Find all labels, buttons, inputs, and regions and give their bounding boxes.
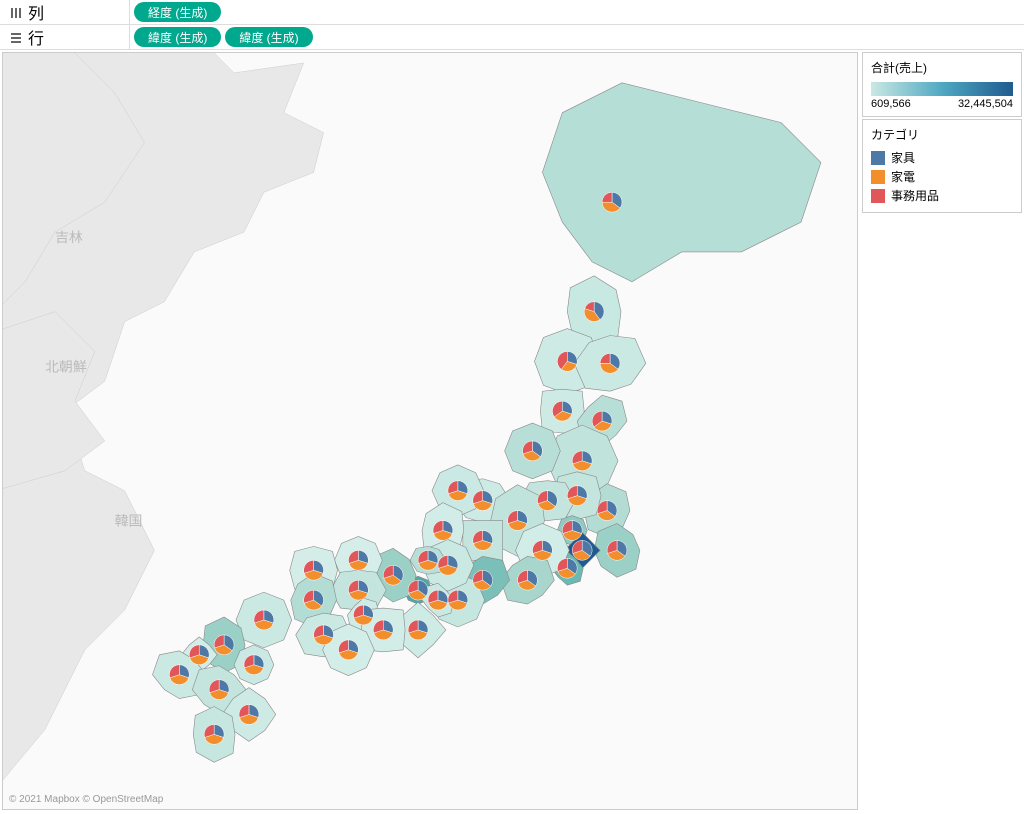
pie-miyagi[interactable]	[592, 411, 612, 431]
rows-icon	[10, 31, 22, 43]
pie-yamaguchi[interactable]	[254, 610, 274, 630]
pie-yamagata[interactable]	[552, 401, 572, 421]
jilin-label: 吉林	[55, 229, 83, 245]
pie-wakayama[interactable]	[408, 620, 428, 640]
pill[interactable]: 緯度 (生成)	[225, 27, 312, 47]
pie-kanagawa[interactable]	[557, 558, 577, 578]
category-item[interactable]: 家具	[871, 149, 1013, 166]
color-legend-title: 合計(売上)	[871, 59, 1013, 76]
legend-panel: 合計(売上) 609,566 32,445,504 カテゴリ 家具家電事務用品	[862, 52, 1022, 810]
color-swatch	[871, 151, 885, 165]
pie-fukushima[interactable]	[572, 451, 592, 471]
pie-hokkaido[interactable]	[602, 192, 622, 212]
pie-akita[interactable]	[557, 351, 577, 371]
color-swatch	[871, 170, 885, 184]
columns-shelf[interactable]: 列 経度 (生成)	[0, 0, 1024, 25]
pie-kyoto[interactable]	[418, 550, 438, 570]
pill[interactable]: 経度 (生成)	[134, 2, 221, 22]
pill[interactable]: 緯度 (生成)	[134, 27, 221, 47]
pie-tottori[interactable]	[348, 550, 368, 570]
pie-shimane[interactable]	[304, 560, 324, 580]
pie-chiba[interactable]	[607, 540, 627, 560]
category-label: 家具	[891, 149, 915, 166]
color-legend[interactable]: 合計(売上) 609,566 32,445,504	[862, 52, 1022, 117]
pie-shizuoka[interactable]	[518, 570, 538, 590]
pie-saitama[interactable]	[562, 521, 582, 541]
pie-ishikawa[interactable]	[448, 481, 468, 501]
map-attribution: © 2021 Mapbox © OpenStreetMap	[9, 794, 163, 805]
north-korea-label: 北朝鮮	[45, 358, 87, 374]
map-viz[interactable]: 吉林 北朝鮮 韓国 日本 © 2021 Mapbox © OpenStreetM…	[2, 52, 858, 810]
pie-miyazaki[interactable]	[239, 705, 259, 725]
columns-label: 列	[28, 0, 44, 24]
pie-tokyo[interactable]	[572, 540, 592, 560]
color-gradient	[871, 82, 1013, 96]
korea-label: 韓国	[115, 513, 143, 529]
pie-hiroshima[interactable]	[304, 590, 324, 610]
category-item[interactable]: 家電	[871, 168, 1013, 185]
pie-kagoshima[interactable]	[204, 724, 224, 744]
category-label: 事務用品	[891, 187, 939, 204]
pie-mie[interactable]	[448, 590, 468, 610]
pie-ehime[interactable]	[314, 625, 334, 645]
category-legend[interactable]: カテゴリ 家具家電事務用品	[862, 119, 1022, 213]
pie-iwate[interactable]	[600, 353, 620, 373]
map-canvas[interactable]: 吉林 北朝鮮 韓国 日本	[3, 53, 857, 809]
pie-fukui[interactable]	[433, 521, 453, 541]
pie-niigata[interactable]	[523, 441, 543, 461]
pie-okayama[interactable]	[348, 580, 368, 600]
pie-gifu[interactable]	[473, 530, 493, 550]
pie-tochigi[interactable]	[567, 486, 587, 506]
color-swatch	[871, 189, 885, 203]
pie-shiga[interactable]	[438, 555, 458, 575]
columns-icon	[10, 6, 22, 18]
pie-hyogo[interactable]	[383, 565, 403, 585]
pie-aichi[interactable]	[473, 570, 493, 590]
pie-nagano[interactable]	[508, 511, 528, 531]
pie-kumamoto[interactable]	[209, 680, 229, 700]
color-min: 609,566	[871, 98, 911, 110]
pie-tokushima[interactable]	[373, 620, 393, 640]
pie-saga[interactable]	[189, 645, 209, 665]
pie-aomori[interactable]	[584, 302, 604, 322]
pie-nara[interactable]	[428, 590, 448, 610]
pie-yamanashi[interactable]	[532, 540, 552, 560]
category-item[interactable]: 事務用品	[871, 187, 1013, 204]
pie-kochi[interactable]	[338, 640, 358, 660]
pie-gunma[interactable]	[537, 491, 557, 511]
category-legend-title: カテゴリ	[871, 126, 1013, 143]
pie-oita[interactable]	[244, 655, 264, 675]
category-label: 家電	[891, 168, 915, 185]
rows-shelf[interactable]: 行 緯度 (生成)緯度 (生成)	[0, 25, 1024, 50]
pie-fukuoka[interactable]	[214, 635, 234, 655]
pie-nagasaki[interactable]	[169, 665, 189, 685]
color-max: 32,445,504	[958, 98, 1013, 110]
pie-toyama[interactable]	[473, 491, 493, 511]
shelf-area: 列 経度 (生成) 行 緯度 (生成)緯度 (生成)	[0, 0, 1024, 50]
rows-label: 行	[28, 25, 44, 49]
pie-kagawa[interactable]	[353, 605, 373, 625]
pie-osaka[interactable]	[408, 580, 428, 600]
pie-ibaraki[interactable]	[597, 501, 617, 521]
